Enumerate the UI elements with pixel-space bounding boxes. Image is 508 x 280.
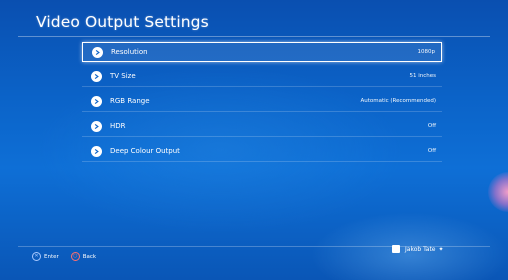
menu-item-value: Off: [427, 148, 436, 154]
user-name: Jakob Tate: [405, 245, 436, 253]
chevron-right-icon: [91, 70, 102, 82]
back-label: Back: [82, 253, 97, 260]
menu-item-hdr[interactable]: HDR Off: [82, 116, 442, 137]
menu-item-resolution[interactable]: Resolution 1080p: [82, 42, 442, 62]
menu-item-value: 1080p: [417, 49, 436, 55]
menu-item-value: Automatic (Recommended): [360, 98, 436, 104]
circle-button-icon: ○: [70, 252, 80, 261]
menu-item-label: Resolution: [111, 48, 148, 56]
menu-item-label: RGB Range: [110, 97, 150, 105]
menu-item-label: TV Size: [110, 72, 136, 80]
chevron-right-icon: [91, 120, 102, 132]
avatar: [392, 245, 400, 253]
menu-item-tv-size[interactable]: TV Size 51 inches: [82, 66, 442, 87]
background-glow: [488, 172, 508, 212]
user-profile[interactable]: Jakob Tate ✦: [392, 245, 444, 253]
chevron-right-icon: [91, 145, 102, 157]
menu-item-value: 51 inches: [409, 73, 436, 79]
button-hints: ✕ Enter ○ Back: [32, 252, 108, 261]
menu-item-value: Off: [427, 123, 436, 129]
enter-hint[interactable]: ✕ Enter: [32, 252, 59, 261]
menu-item-label: HDR: [110, 122, 126, 130]
chevron-right-icon: [92, 46, 103, 58]
menu-item-rgb-range[interactable]: RGB Range Automatic (Recommended): [82, 91, 442, 112]
cross-button-icon: ✕: [32, 252, 41, 261]
chevron-right-icon: [91, 95, 102, 107]
menu-item-deep-colour-output[interactable]: Deep Colour Output Off: [82, 141, 442, 162]
back-hint[interactable]: ○ Back: [70, 252, 97, 261]
user-indicator-icon: ✦: [438, 245, 444, 253]
menu-item-label: Deep Colour Output: [110, 147, 180, 155]
enter-label: Enter: [44, 253, 59, 260]
title-divider: [18, 36, 490, 37]
settings-menu: Resolution 1080p TV Size 51 inches RGB R…: [82, 42, 442, 166]
page-title: Video Output Settings: [36, 13, 209, 31]
